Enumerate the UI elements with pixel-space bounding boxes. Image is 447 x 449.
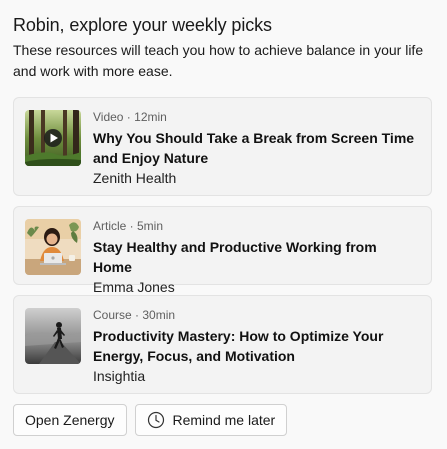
remind-me-later-button[interactable]: Remind me later <box>134 404 288 436</box>
resource-author: Zenith Health <box>93 170 177 186</box>
resource-author: Emma Jones <box>93 279 175 295</box>
woman-laptop-illustration <box>25 219 81 275</box>
panel-subtitle: These resources will teach you how to ac… <box>13 42 424 79</box>
resource-title: Why You Should Take a Break from Screen … <box>93 130 415 166</box>
action-bar: Open Zenergy Remind me later <box>13 404 432 436</box>
clock-icon <box>147 411 164 429</box>
play-icon <box>44 129 62 147</box>
panel-title: Robin, explore your weekly picks <box>13 15 272 35</box>
resource-card-course[interactable]: Course · 30min Productivity Mastery: How… <box>13 295 432 394</box>
resource-meta: Article · 5min <box>93 219 164 233</box>
open-zenergy-label: Open Zenergy <box>25 412 115 428</box>
resource-meta: Video · 12min <box>93 110 167 124</box>
resource-card-article[interactable]: Article · 5min Stay Healthy and Producti… <box>13 206 432 295</box>
open-zenergy-button[interactable]: Open Zenergy <box>13 404 127 436</box>
forest-video-thumbnail <box>25 110 81 166</box>
resource-author: Insightia <box>93 368 146 384</box>
resource-card-video[interactable]: Video · 12min Why You Should Take a Brea… <box>13 97 432 196</box>
resource-title: Stay Healthy and Productive Working from… <box>93 239 377 275</box>
remind-me-later-label: Remind me later <box>172 412 276 428</box>
resource-title: Productivity Mastery: How to Optimize Yo… <box>93 328 384 364</box>
resource-meta: Course · 30min <box>93 308 176 322</box>
resource-list: Video · 12min Why You Should Take a Brea… <box>13 97 432 394</box>
runner-on-road-photo <box>25 308 81 364</box>
weekly-picks-panel: Robin, explore your weekly picks These r… <box>0 0 447 449</box>
